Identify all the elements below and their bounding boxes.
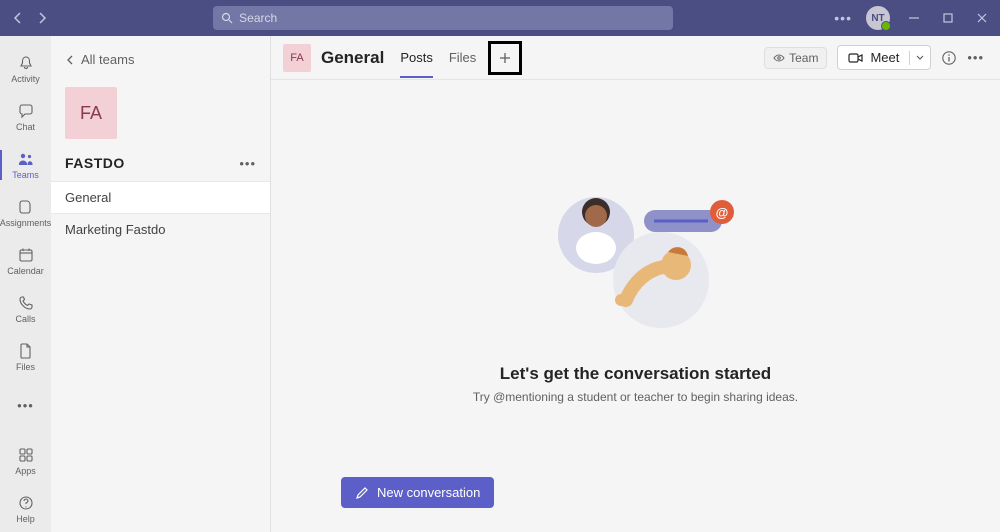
window-close-button[interactable] <box>972 8 992 28</box>
team-avatar[interactable]: FA <box>65 87 117 139</box>
tab-files[interactable]: Files <box>449 37 476 78</box>
rail-label: Teams <box>12 170 39 180</box>
calls-icon <box>18 294 34 312</box>
team-more-button[interactable]: ••• <box>239 156 256 171</box>
rail-item-apps[interactable]: Apps <box>0 438 51 484</box>
nav-forward-button[interactable] <box>32 8 52 28</box>
files-icon <box>18 342 34 360</box>
chevron-left-icon <box>65 55 75 65</box>
rail-label: Calendar <box>7 266 44 276</box>
rail-item-calendar[interactable]: Calendar <box>0 238 51 284</box>
team-pill-button[interactable]: Team <box>764 47 827 69</box>
calendar-icon <box>18 246 34 264</box>
meet-label: Meet <box>870 50 899 65</box>
rail-label: Files <box>16 362 35 372</box>
rail-label: Help <box>16 514 35 524</box>
teams-icon <box>17 150 35 168</box>
rail-item-help[interactable]: Help <box>0 486 51 532</box>
titlebar-more-button[interactable]: ••• <box>834 10 852 26</box>
channel-title: General <box>321 48 384 68</box>
empty-state-subtext: Try @mentioning a student or teacher to … <box>473 390 798 404</box>
new-conversation-button[interactable]: New conversation <box>341 477 494 508</box>
new-conversation-label: New conversation <box>377 485 480 500</box>
channel-info-button[interactable] <box>941 50 957 66</box>
content-body: @ Let's get the conversation started Try… <box>271 80 1000 532</box>
app-rail: Activity Chat Teams Assignments Calendar <box>0 36 51 532</box>
rail-item-files[interactable]: Files <box>0 334 51 380</box>
info-icon <box>941 50 957 66</box>
chat-icon <box>18 102 34 120</box>
rail-label: Apps <box>15 466 36 476</box>
user-avatar[interactable]: NT <box>866 6 890 30</box>
channel-more-button[interactable]: ••• <box>967 50 984 65</box>
search-icon <box>221 12 233 24</box>
all-teams-label: All teams <box>81 52 134 67</box>
empty-state-heading: Let's get the conversation started <box>500 364 771 384</box>
channel-avatar: FA <box>283 44 311 72</box>
add-tab-highlight <box>488 41 522 75</box>
content-header: FA General Posts Files Team Meet <box>271 36 1000 80</box>
chevron-down-icon <box>916 55 924 61</box>
tab-posts[interactable]: Posts <box>400 37 433 78</box>
rail-label: Calls <box>15 314 35 324</box>
rail-more-button[interactable]: ••• <box>0 382 51 428</box>
rail-item-activity[interactable]: Activity <box>0 46 51 92</box>
rail-label: Activity <box>11 74 40 84</box>
rail-item-calls[interactable]: Calls <box>0 286 51 332</box>
team-pill-label: Team <box>789 51 818 65</box>
eye-icon <box>773 52 785 64</box>
apps-icon <box>18 446 34 464</box>
channel-item-general[interactable]: General <box>51 181 270 214</box>
search-input[interactable]: Search <box>213 6 673 30</box>
add-tab-button[interactable] <box>498 51 512 65</box>
window-minimize-button[interactable] <box>904 8 924 28</box>
window-maximize-button[interactable] <box>938 8 958 28</box>
meet-button[interactable]: Meet <box>838 46 909 69</box>
search-placeholder: Search <box>239 11 277 25</box>
help-icon <box>18 494 34 512</box>
rail-label: Chat <box>16 122 35 132</box>
nav-back-button[interactable] <box>8 8 28 28</box>
rail-item-assignments[interactable]: Assignments <box>0 190 51 236</box>
bell-icon <box>18 54 34 72</box>
assignments-icon <box>18 198 34 216</box>
more-icon: ••• <box>17 396 34 414</box>
empty-state-illustration: @ <box>526 170 746 340</box>
meet-dropdown-button[interactable] <box>909 51 930 65</box>
compose-icon <box>355 486 369 500</box>
team-name[interactable]: FASTDO <box>65 155 125 171</box>
meet-button-group: Meet <box>837 45 931 70</box>
all-teams-button[interactable]: All teams <box>51 46 270 73</box>
svg-text:@: @ <box>715 205 728 220</box>
channel-panel: All teams FA FASTDO ••• General Marketin… <box>51 36 271 532</box>
titlebar: Search ••• NT <box>0 0 1000 36</box>
channel-item-marketing[interactable]: Marketing Fastdo <box>51 214 270 245</box>
video-icon <box>848 52 864 64</box>
rail-label: Assignments <box>0 218 51 228</box>
plus-icon <box>498 51 512 65</box>
content-area: FA General Posts Files Team Meet <box>271 36 1000 532</box>
rail-item-teams[interactable]: Teams <box>0 142 51 188</box>
rail-item-chat[interactable]: Chat <box>0 94 51 140</box>
